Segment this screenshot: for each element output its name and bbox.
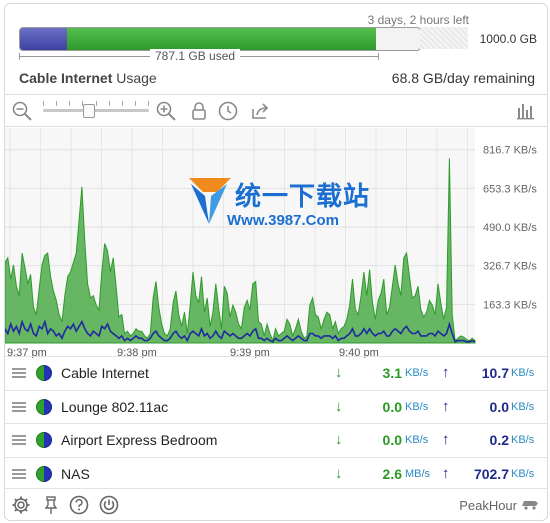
zoom-slider-track[interactable] [43,109,149,112]
watermark-url: Www.3987.Com [227,212,339,229]
device-status-icon [36,398,52,415]
drag-handle-icon[interactable] [12,368,26,378]
download-arrow-icon: ↓ [335,397,343,415]
upload-rate: 0.0 [489,398,509,415]
zoom-slider-thumb[interactable] [83,104,95,118]
y-tick-label: 490.0 KB/s [483,222,537,234]
data-cap-label: 1000.0 GB [479,32,537,46]
bar-chart-icon[interactable] [515,100,537,122]
y-tick-label: 326.7 KB/s [483,261,537,273]
device-status-icon [36,365,52,381]
clock-icon[interactable] [217,100,239,122]
upload-arrow-icon: ↑ [442,431,450,448]
device-row[interactable]: Cable Internet ↓ 3.1 KB/s ↑ 10.7 KB/s [5,356,547,390]
watermark: 统一下载站 Www.3987.Com [187,174,377,238]
download-unit: MB/s [405,467,431,480]
used-amount-label: 787.1 GB used [150,49,241,63]
graph-toolbar [5,96,547,126]
pin-icon[interactable] [41,495,61,515]
usage-title: Cable Internet Usage [19,70,157,86]
divider [5,94,547,95]
upload-rate: 0.2 [489,432,509,448]
share-icon[interactable] [249,100,271,122]
zoom-in-icon[interactable] [155,100,177,122]
usage-bar-remaining-area [420,27,468,49]
bandwidth-chart[interactable]: 816.7 KB/s 653.3 KB/s 490.0 KB/s 326.7 KB/s… [5,128,547,358]
download-arrow-icon: ↓ [335,464,343,482]
device-name: Airport Express Bedroom [61,432,218,448]
device-status-icon [36,465,52,482]
device-name: Lounge 802.11ac [61,398,169,415]
download-rate: 0.0 [382,432,402,448]
usage-title-suffix: Usage [112,70,157,86]
power-icon[interactable] [99,495,119,515]
upload-unit: KB/s [511,467,535,480]
device-name: NAS [61,465,90,482]
device-row[interactable]: Lounge 802.11ac ↓ 0.0 KB/s ↑ 0.0 KB/s [5,389,547,424]
upload-arrow-icon: ↑ [442,364,450,381]
download-unit: KB/s [405,367,429,379]
device-row[interactable]: Airport Express Bedroom ↓ 0.0 KB/s ↑ 0.2 KB/s [5,423,547,457]
upload-arrow-icon: ↑ [442,397,450,415]
download-arrow-icon: ↓ [335,364,343,381]
peakhour-logo-icon [522,501,538,510]
usage-title-connection: Cable Internet [19,70,113,86]
brand-label: PeakHour [459,498,517,513]
y-tick-label: 653.3 KB/s [483,183,537,195]
y-tick-label: 163.3 KB/s [483,299,537,311]
lock-icon[interactable] [188,100,210,122]
zoom-slider-ticks [43,101,149,106]
download-arrow-icon: ↓ [335,431,343,448]
watermark-title: 统一下载站 [235,182,371,212]
device-name: Cable Internet [61,365,149,381]
drag-handle-icon[interactable] [12,468,26,479]
device-status-icon [36,432,52,448]
download-rate: 0.0 [382,398,402,415]
drag-handle-icon[interactable] [12,401,26,412]
bandwidth-chart-svg: 816.7 KB/s 653.3 KB/s 490.0 KB/s 326.7 KB/s… [5,128,537,358]
device-row[interactable]: NAS ↓ 2.6 MB/s ↑ 702.7 KB/s [5,456,547,491]
upload-unit: KB/s [511,400,535,413]
drag-handle-icon[interactable] [12,435,26,445]
upload-arrow-icon: ↑ [442,464,450,482]
zoom-out-icon[interactable] [11,100,33,122]
peakhour-panel: 3 days, 2 hours left 1000.0 GB 787.1 GB … [4,3,548,521]
download-unit: KB/s [405,434,429,446]
y-tick-label: 816.7 KB/s [483,145,537,157]
divider [5,126,547,127]
usage-bar-blue-segment [20,28,68,50]
gear-icon[interactable] [11,495,31,515]
download-unit: KB/s [405,400,429,413]
upload-rate: 10.7 [481,365,509,381]
download-rate: 3.1 [382,365,402,381]
upload-rate: 702.7 [473,465,509,482]
footer-bar: PeakHour [5,488,547,520]
usage-progress-bar [19,27,421,51]
usage-bar-green-segment [67,28,376,50]
download-rate: 2.6 [382,465,402,482]
help-icon[interactable] [69,495,89,515]
upload-unit: KB/s [511,434,535,446]
daily-remaining-label: 68.8 GB/day remaining [391,70,535,86]
upload-unit: KB/s [511,367,535,379]
time-left-label: 3 days, 2 hours left [367,13,469,27]
